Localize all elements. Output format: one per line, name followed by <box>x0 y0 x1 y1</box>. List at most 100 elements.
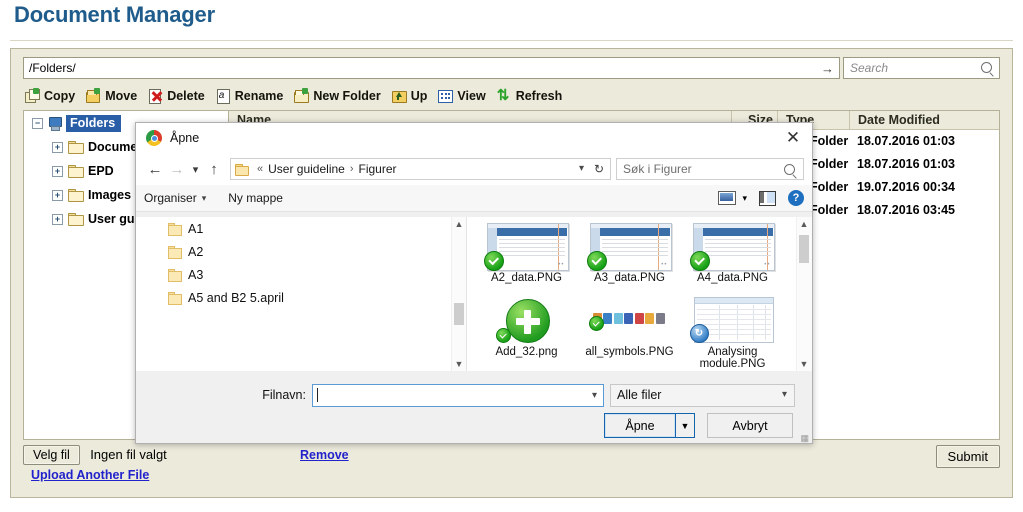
nav-pane-scrollbar[interactable]: ▲ ▼ <box>451 217 466 371</box>
remove-link[interactable]: Remove <box>300 448 349 462</box>
file-name: Add_32.png <box>495 346 558 358</box>
resize-grip-icon[interactable]: ▦ <box>800 434 809 443</box>
list-item[interactable]: A1 <box>136 217 466 240</box>
chevron-down-icon[interactable]: ▾ <box>579 163 584 174</box>
dialog-navigation-bar: ← → ▾ ↑ « User guideline › Figurer ▾ ↻ S… <box>136 153 812 185</box>
chevron-down-icon[interactable]: ▾ <box>742 193 747 204</box>
dialog-titlebar[interactable]: Åpne ✕ <box>136 123 812 153</box>
list-item[interactable]: A5 and B2 5.april <box>136 286 466 309</box>
tree-expander[interactable]: + <box>52 189 63 201</box>
cancel-button[interactable]: Avbryt <box>707 413 793 438</box>
tree-expander[interactable]: − <box>32 117 43 129</box>
search-icon <box>981 62 992 73</box>
choose-file-button[interactable]: Velg fil <box>23 445 80 465</box>
tree-expander[interactable]: + <box>52 213 63 225</box>
help-icon[interactable]: ? <box>788 190 804 206</box>
breadcrumb-separator: › <box>349 163 354 175</box>
nav-item-label: A1 <box>188 221 204 236</box>
delete-button[interactable]: Delete <box>146 88 211 104</box>
submit-button[interactable]: Submit <box>935 445 1000 468</box>
folder-icon <box>68 141 84 154</box>
arrow-up-icon[interactable]: ↑ <box>203 158 225 180</box>
dialog-search-input[interactable]: Søk i Figurer <box>616 158 804 180</box>
chevron-down-icon[interactable]: ▼ <box>452 357 466 371</box>
green-check-icon <box>495 328 511 343</box>
path-search-row: /Folders/ → Search <box>23 57 1000 79</box>
open-split-dropdown[interactable]: ▼ <box>676 413 695 438</box>
upload-another-file-link[interactable]: Upload Another File <box>31 468 149 482</box>
column-header-date[interactable]: Date Modified <box>849 110 959 130</box>
no-file-selected-text: Ingen fil valgt <box>90 447 167 462</box>
folder-icon <box>68 189 84 202</box>
list-item[interactable]: A3 <box>136 263 466 286</box>
file-item[interactable]: •• A3_data.PNG <box>578 223 681 297</box>
preview-pane-icon[interactable] <box>759 190 776 206</box>
chrome-icon <box>146 130 162 146</box>
dialog-search-placeholder: Søk i Figurer <box>623 162 692 176</box>
filename-input[interactable]: ▾ <box>312 383 604 407</box>
cell-date: 18.07.2016 01:03 <box>857 157 956 171</box>
green-check-icon <box>586 251 607 271</box>
file-type-filter-select[interactable]: Alle filer ▾ <box>610 383 795 407</box>
nav-item-label: A5 and B2 5.april <box>188 290 284 305</box>
breadcrumb-item-user-guideline[interactable]: User guideline <box>268 162 345 176</box>
tree-item-label: Images <box>88 188 132 202</box>
file-name: A2_data.PNG <box>491 272 562 284</box>
folder-icon <box>235 163 249 176</box>
move-folder-icon <box>86 87 101 103</box>
arrow-left-icon[interactable]: ← <box>144 158 166 180</box>
folder-icon <box>168 291 182 305</box>
open-file-dialog: Åpne ✕ ← → ▾ ↑ « User guideline › Figure… <box>135 122 813 444</box>
symbol-strip-thumb <box>587 297 673 345</box>
file-item[interactable]: •• A4_data.PNG <box>681 223 784 297</box>
file-item[interactable]: •• A2_data.PNG <box>475 223 578 297</box>
close-icon[interactable]: ✕ <box>782 127 804 147</box>
files-pane-scrollbar[interactable]: ▲ ▼ <box>796 217 812 371</box>
search-icon <box>784 164 795 175</box>
arrow-right-icon[interactable]: → <box>821 61 834 76</box>
file-name: Analysing module.PNG <box>699 346 766 370</box>
new-folder-icon <box>294 87 310 103</box>
refresh-button[interactable]: ⇅ Refresh <box>495 88 569 103</box>
path-input[interactable]: /Folders/ → <box>23 57 840 79</box>
search-input[interactable]: Search <box>843 57 1000 79</box>
breadcrumb-item-figurer[interactable]: Figurer <box>359 162 397 176</box>
scrollbar-thumb[interactable] <box>799 235 809 263</box>
chevron-up-icon[interactable]: ▲ <box>797 217 811 231</box>
copy-label: Copy <box>44 88 76 103</box>
computer-icon <box>48 116 62 131</box>
organise-button[interactable]: Organiser ▾ <box>144 191 206 205</box>
copy-button[interactable]: Copy <box>23 87 81 103</box>
file-item[interactable]: Add_32.png <box>475 297 578 371</box>
move-button[interactable]: Move <box>84 87 143 103</box>
refresh-icon[interactable]: ↻ <box>594 162 604 176</box>
list-item[interactable]: A2 <box>136 240 466 263</box>
file-item[interactable]: ↻ Analysing module.PNG <box>681 297 784 371</box>
header-divider <box>10 40 1013 41</box>
tree-item-label: EPD <box>88 164 114 178</box>
chevron-down-icon[interactable]: ▾ <box>188 158 203 180</box>
scrollbar-thumb[interactable] <box>454 303 464 325</box>
tree-expander[interactable]: + <box>52 141 63 153</box>
new-folder-button[interactable]: New Folder <box>292 87 386 103</box>
rename-button[interactable]: a Rename <box>214 88 290 104</box>
new-folder-button[interactable]: Ny mappe <box>228 191 283 205</box>
blue-refresh-icon: ↻ <box>689 324 709 343</box>
page-title: Document Manager <box>14 2 215 27</box>
chevron-down-icon[interactable]: ▼ <box>797 357 811 371</box>
chevron-down-icon[interactable]: ▾ <box>782 389 787 400</box>
address-bar[interactable]: « User guideline › Figurer ▾ ↻ <box>230 158 611 180</box>
chevron-up-icon[interactable]: ▲ <box>452 217 466 231</box>
path-value: /Folders/ <box>29 61 76 75</box>
file-item[interactable]: all_symbols.PNG <box>578 297 681 371</box>
filename-label: Filnavn: <box>136 388 312 402</box>
arrow-right-icon[interactable]: → <box>166 158 188 180</box>
view-button[interactable]: View <box>436 89 491 103</box>
screenshot-thumb: •• <box>483 223 570 271</box>
view-mode-icon[interactable] <box>718 191 737 205</box>
open-button[interactable]: Åpne <box>604 413 676 438</box>
chevron-down-icon[interactable]: ▾ <box>592 390 597 401</box>
upload-footer: Velg fil Ingen fil valgt Remove Upload A… <box>23 445 1000 487</box>
up-button[interactable]: Up <box>390 89 434 103</box>
tree-expander[interactable]: + <box>52 165 63 177</box>
